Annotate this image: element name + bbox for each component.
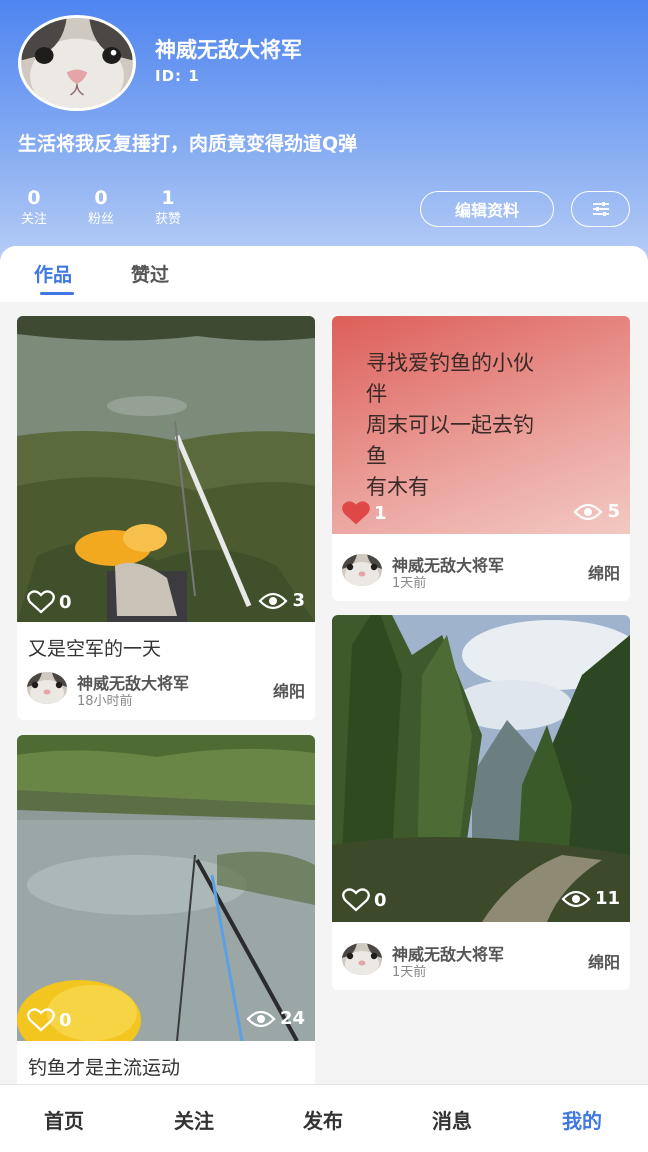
post-cover-image xyxy=(17,735,315,1041)
post-like-count[interactable]: 1 xyxy=(342,501,387,525)
profile-avatar[interactable] xyxy=(18,15,136,111)
like-count-value: 0 xyxy=(374,889,387,911)
post-cover-image xyxy=(332,615,630,922)
heart-outline-icon xyxy=(27,1008,55,1032)
photo-fishing-pond-rods xyxy=(17,735,315,1041)
sliders-icon xyxy=(592,202,609,216)
post-author-row[interactable]: 神威无敌大将军 1天前 绵阳 xyxy=(342,552,620,591)
post-like-count[interactable]: 0 xyxy=(342,888,387,912)
nav-home[interactable]: 首页 xyxy=(14,1105,114,1134)
profile-bio: 生活将我反复捶打，肉质竟变得劲道Q弹 xyxy=(18,133,358,155)
cat-avatar-image xyxy=(21,18,133,108)
view-count-value: 3 xyxy=(292,590,305,611)
stat-followers-label: 粉丝 xyxy=(87,212,114,227)
tab-works[interactable]: 作品 xyxy=(34,260,72,287)
nav-following[interactable]: 关注 xyxy=(144,1105,244,1134)
stat-followers-count: 0 xyxy=(94,187,108,209)
post-location: 绵阳 xyxy=(587,564,620,583)
post-location: 绵阳 xyxy=(272,682,305,701)
tab-active-indicator xyxy=(40,292,74,295)
heart-outline-icon xyxy=(27,590,55,614)
post-card[interactable]: 0 3 又是空军的一天 神威无敌大将军 18小时前 绵阳 xyxy=(17,316,315,720)
stat-likes-received[interactable]: 1 获赞 xyxy=(146,186,190,230)
post-card[interactable]: 0 24 钓鱼才是主流运动 xyxy=(17,735,315,1084)
view-count-value: 11 xyxy=(594,888,620,909)
nav-publish[interactable]: 发布 xyxy=(273,1105,373,1134)
eye-icon xyxy=(246,1010,276,1027)
post-time: 1天前 xyxy=(392,576,427,591)
post-view-count: 3 xyxy=(258,590,305,611)
post-time: 18小时前 xyxy=(77,694,133,709)
bottom-navigation: 首页 关注 发布 消息 我的 xyxy=(0,1084,648,1152)
post-time: 1天前 xyxy=(392,965,427,980)
post-card[interactable]: 0 11 神威无敌大将军 1天前 绵阳 xyxy=(332,615,630,990)
post-like-count[interactable]: 0 xyxy=(27,590,72,614)
author-avatar xyxy=(27,672,67,704)
profile-nickname: 神威无敌大将军 xyxy=(155,38,302,62)
profile-id: ID: 1 xyxy=(155,67,200,85)
eye-icon xyxy=(573,503,603,520)
stat-following[interactable]: 0 关注 xyxy=(12,186,56,230)
post-cover-image xyxy=(17,316,315,622)
author-avatar xyxy=(342,943,382,975)
post-view-count: 11 xyxy=(561,888,620,909)
stat-likes-received-count: 1 xyxy=(161,187,175,209)
post-title: 又是空军的一天 xyxy=(28,638,162,660)
post-author-row[interactable]: 神威无敌大将军 1天前 绵阳 xyxy=(342,941,620,980)
content-tabs: 作品 赞过 xyxy=(0,246,648,302)
post-card[interactable]: 寻找爱钓鱼的小伙 伴 周末可以一起去钓 鱼 有木有 1 5 神威无敌大将军 1天… xyxy=(332,316,630,601)
post-location: 绵阳 xyxy=(587,953,620,972)
edit-profile-button[interactable]: 编辑资料 xyxy=(420,191,554,227)
stat-following-label: 关注 xyxy=(20,212,47,227)
profile-header: 神威无敌大将军 ID: 1 生活将我反复捶打，肉质竟变得劲道Q弹 0 关注 0 … xyxy=(0,0,648,268)
post-view-count: 5 xyxy=(573,501,620,522)
view-count-value: 24 xyxy=(279,1008,305,1029)
stat-likes-received-label: 获赞 xyxy=(154,212,181,227)
post-view-count: 24 xyxy=(246,1008,305,1029)
heart-filled-icon xyxy=(342,501,370,525)
cat-avatar-mini xyxy=(342,943,382,975)
photo-fishing-pond-grass xyxy=(17,316,315,622)
stat-following-count: 0 xyxy=(27,187,41,209)
view-count-value: 5 xyxy=(607,501,620,522)
nav-messages[interactable]: 消息 xyxy=(402,1105,502,1134)
stat-followers[interactable]: 0 粉丝 xyxy=(79,186,123,230)
eye-icon xyxy=(258,592,288,609)
cat-avatar-mini xyxy=(27,672,67,704)
post-author-row[interactable]: 神威无敌大将军 18小时前 绵阳 xyxy=(27,670,305,709)
like-count-value: 0 xyxy=(59,591,72,613)
post-cover-text: 寻找爱钓鱼的小伙 伴 周末可以一起去钓 鱼 有木有 xyxy=(366,351,534,499)
settings-button[interactable] xyxy=(571,191,630,227)
nav-me[interactable]: 我的 xyxy=(532,1105,632,1134)
author-avatar xyxy=(342,554,382,586)
post-title: 钓鱼才是主流运动 xyxy=(28,1057,181,1079)
eye-icon xyxy=(561,890,591,907)
photo-forest-mountain xyxy=(332,615,630,922)
cat-avatar-mini xyxy=(342,554,382,586)
tab-liked[interactable]: 赞过 xyxy=(131,260,169,287)
heart-outline-icon xyxy=(342,888,370,912)
like-count-value: 0 xyxy=(59,1009,72,1031)
like-count-value: 1 xyxy=(374,502,387,524)
post-like-count[interactable]: 0 xyxy=(27,1008,72,1032)
